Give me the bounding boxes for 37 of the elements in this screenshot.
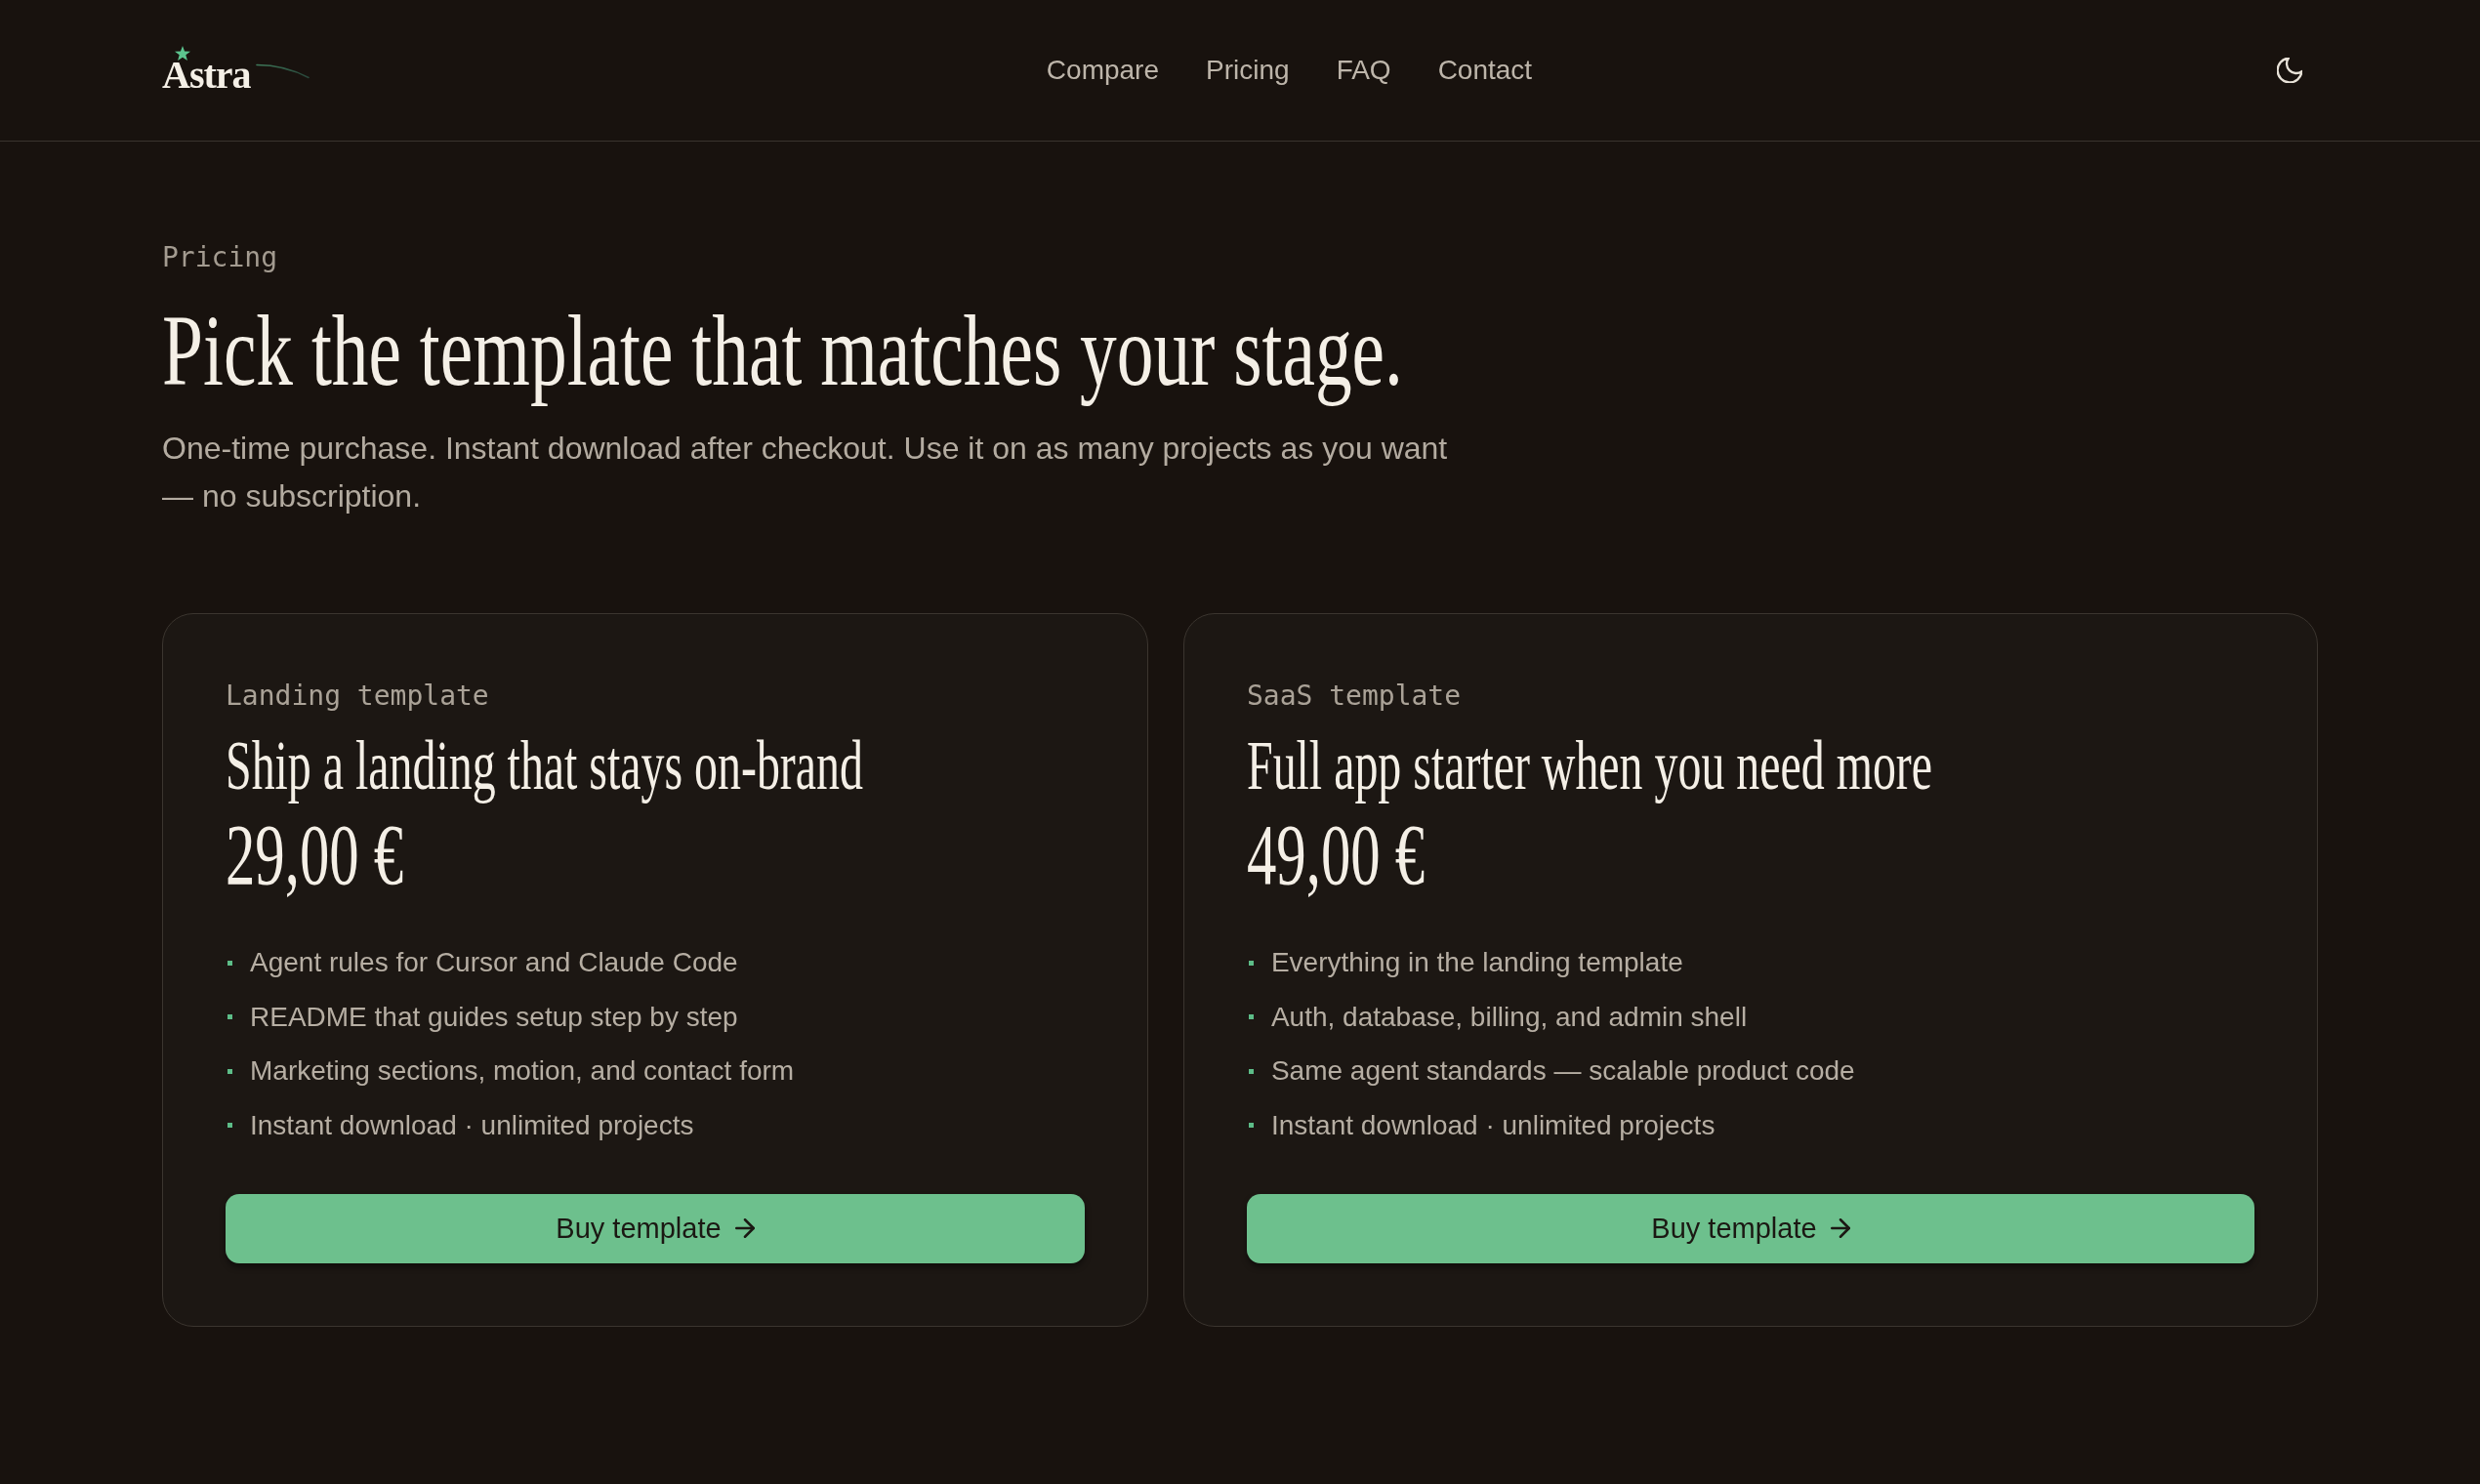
arrow-right-icon [734,1218,755,1238]
swoosh-line-icon [256,63,310,79]
page-heading: Pick the template that matches your stage. [162,293,1403,408]
bullet-icon [227,1068,232,1074]
nav-link[interactable]: Contact [1437,53,1533,88]
plan-label: Landing template [226,679,489,714]
nav-link[interactable]: Compare [1046,53,1160,88]
bullet-icon [227,1123,232,1128]
star-icon [175,46,190,61]
plan-title: Full app starter when you need more [1246,725,1932,805]
nav-link[interactable]: FAQ [1336,53,1391,88]
feature-text: Instant download · unlimited projects [1270,1108,1715,1142]
bullet-icon [227,1014,232,1019]
plan-price: 49,00 € [1246,806,1426,903]
nav-link[interactable]: Pricing [1206,53,1290,88]
bullet-icon [1248,960,1254,966]
plan-label: SaaS template [1246,679,1462,714]
feature-text: Auth, database, billing, and admin shell [1270,1000,1748,1034]
bullet-icon [227,960,232,966]
bullet-icon [1248,1068,1254,1074]
feature-text: Same agent standards — scalable product code [1270,1054,1855,1088]
intro-paragraph: One-time purchase. Instant download after checkout. Use it on as many projects as you want — no subscription. [162,430,1449,515]
moon-icon [2277,58,2302,83]
feature-text: Instant download · unlimited projects [250,1108,694,1142]
plan-price: 29,00 € [226,806,404,903]
section-label: Pricing [162,240,277,275]
feature-text: Everything in the landing template [1270,946,1683,979]
feature-text: README that guides setup step by step [250,1000,738,1034]
feature-text: Agent rules for Cursor and Claude Code [250,946,738,979]
buy-button[interactable]: Buy template [1246,1193,2254,1263]
feature-text: Marketing sections, motion, and contact form [250,1054,795,1088]
logo-wordmark[interactable]: Astra [162,52,251,99]
bullet-icon [1248,1123,1254,1128]
buy-button[interactable]: Buy template [226,1193,1085,1263]
arrow-right-icon [1830,1218,1850,1238]
bullet-icon [1248,1014,1254,1019]
plan-title: Ship a landing that stays on-brand [226,725,863,805]
